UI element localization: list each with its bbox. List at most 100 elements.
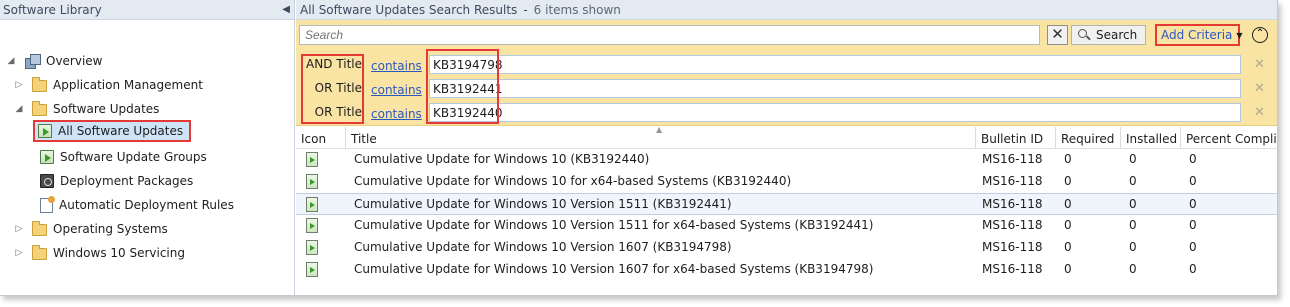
software-update-icon [306, 218, 318, 233]
table-row[interactable]: Cumulative Update for Windows 10 Version… [296, 259, 1277, 281]
overview-icon [24, 54, 41, 69]
software-update-icon [306, 197, 318, 212]
tree-item-all-software-updates[interactable]: All Software Updates [33, 120, 192, 142]
tree-item-label: Application Management [53, 78, 203, 92]
tree-item-software-updates[interactable]: ◢ Software Updates [14, 98, 159, 120]
software-update-icon [38, 124, 52, 138]
expanded-arrow-icon[interactable]: ◢ [6, 56, 16, 66]
tree-item-overview[interactable]: ◢ Overview [6, 50, 103, 72]
column-header-installed[interactable]: Installed [1121, 127, 1181, 149]
nav-header: Software Library ◀ [0, 0, 294, 20]
row-percent: 0 [1189, 197, 1197, 211]
header-separator: - [523, 2, 528, 17]
row-bulletin-id: MS16-118 [982, 152, 1043, 166]
row-percent: 0 [1189, 152, 1197, 166]
collapsed-arrow-icon[interactable]: ▷ [14, 80, 24, 90]
field-highlight-box [301, 54, 364, 124]
row-title: Cumulative Update for Windows 10 Version… [354, 218, 874, 232]
tree-item-software-update-groups[interactable]: Software Update Groups [40, 146, 207, 168]
row-installed: 0 [1129, 218, 1137, 232]
row-title: Cumulative Update for Windows 10 for x64… [354, 174, 792, 188]
nav-header-title: Software Library [3, 2, 102, 17]
column-header-required[interactable]: Required [1056, 127, 1121, 149]
row-required: 0 [1064, 240, 1072, 254]
tree-item-operating-systems[interactable]: ▷ Operating Systems [14, 218, 168, 240]
software-update-icon [306, 174, 318, 189]
remove-criteria-icon[interactable]: ✕ [1254, 57, 1265, 72]
row-installed: 0 [1129, 262, 1137, 276]
expanded-arrow-icon[interactable]: ◢ [14, 104, 24, 114]
tree-item-label: Overview [46, 54, 103, 68]
criteria-value-field[interactable]: KB3192440 [429, 103, 1241, 122]
row-required: 0 [1064, 218, 1072, 232]
column-header-bulletin-id[interactable]: Bulletin ID [976, 127, 1056, 149]
search-button-label: Search [1096, 28, 1138, 42]
tree-item-label: All Software Updates [58, 124, 184, 138]
search-input[interactable] [299, 25, 1040, 45]
clear-search-button[interactable]: ✕ [1047, 25, 1068, 45]
results-title: All Software Updates Search Results [300, 2, 518, 17]
value-highlight-box [426, 49, 499, 124]
row-title: Cumulative Update for Windows 10 Version… [354, 197, 732, 211]
add-criteria-label: Add Criteria [1161, 28, 1233, 42]
folder-icon [32, 77, 47, 92]
tree-item-automatic-deployment-rules[interactable]: Automatic Deployment Rules [40, 194, 234, 216]
column-header-title[interactable]: Title [346, 127, 976, 149]
row-required: 0 [1064, 152, 1072, 166]
table-row-selected[interactable]: Cumulative Update for Windows 10 Version… [296, 193, 1277, 215]
row-bulletin-id: MS16-118 [982, 197, 1043, 211]
row-installed: 0 [1129, 197, 1137, 211]
collapsed-arrow-icon[interactable]: ▷ [14, 248, 24, 258]
tree-item-windows-10-servicing[interactable]: ▷ Windows 10 Servicing [14, 242, 185, 264]
criteria-value-field[interactable]: KB3192441 [429, 79, 1241, 98]
results-pane: All Software Updates Search Results - 6 … [296, 0, 1277, 295]
console-window: Software Library ◀ ◢ Overview ▷ Applicat… [0, 0, 1278, 296]
table-row[interactable]: Cumulative Update for Windows 10 (KB3192… [296, 149, 1277, 171]
tree-item-label: Automatic Deployment Rules [59, 198, 234, 212]
tree-item-deployment-packages[interactable]: Deployment Packages [40, 170, 193, 192]
add-criteria-button[interactable]: Add Criteria ▼ [1155, 24, 1243, 46]
row-title: Cumulative Update for Windows 10 Version… [354, 240, 732, 254]
column-header-icon[interactable]: Icon [296, 127, 346, 149]
row-bulletin-id: MS16-118 [982, 218, 1043, 232]
results-header: All Software Updates Search Results - 6 … [296, 0, 1277, 20]
search-icon [1078, 29, 1090, 41]
row-percent: 0 [1189, 262, 1197, 276]
selected-highlight: All Software Updates [33, 120, 192, 142]
criteria-operator-link[interactable]: contains [371, 107, 422, 121]
table-row[interactable]: Cumulative Update for Windows 10 for x64… [296, 171, 1277, 193]
column-header-percent-compliant[interactable]: Percent Complian [1181, 127, 1277, 149]
criteria-value-field[interactable]: KB3194798 [429, 55, 1241, 74]
row-bulletin-id: MS16-118 [982, 240, 1043, 254]
rule-icon [40, 195, 55, 213]
tree-item-application-management[interactable]: ▷ Application Management [14, 74, 203, 96]
table-row[interactable]: Cumulative Update for Windows 10 Version… [296, 215, 1277, 237]
criteria-operator-link[interactable]: contains [371, 59, 422, 73]
row-percent: 0 [1189, 174, 1197, 188]
remove-criteria-icon[interactable]: ✕ [1254, 105, 1265, 120]
search-filter-bar: ✕ Search Add Criteria ▼ ⌃ AND Title cont… [296, 20, 1277, 126]
item-count: 6 items shown [533, 2, 621, 17]
folder-icon [32, 101, 47, 116]
row-required: 0 [1064, 197, 1072, 211]
table-row[interactable]: Cumulative Update for Windows 10 Version… [296, 237, 1277, 259]
collapse-nav-icon[interactable]: ◀ [282, 4, 290, 15]
software-update-icon [306, 240, 318, 255]
folder-icon [32, 221, 47, 236]
row-installed: 0 [1129, 174, 1137, 188]
criteria-operator-link[interactable]: contains [371, 83, 422, 97]
remove-criteria-icon[interactable]: ✕ [1254, 81, 1265, 96]
row-required: 0 [1064, 174, 1072, 188]
search-button[interactable]: Search [1071, 25, 1146, 45]
row-installed: 0 [1129, 240, 1137, 254]
tree-item-label: Software Updates [53, 102, 160, 116]
row-title: Cumulative Update for Windows 10 (KB3192… [354, 152, 650, 166]
collapse-search-icon[interactable]: ⌃ [1252, 27, 1268, 43]
collapsed-arrow-icon[interactable]: ▷ [14, 224, 24, 234]
package-icon [40, 174, 54, 188]
row-required: 0 [1064, 262, 1072, 276]
table-header: ▲ Icon Title Bulletin ID Required Instal… [296, 125, 1277, 149]
row-title: Cumulative Update for Windows 10 Version… [354, 262, 874, 276]
chevron-down-icon: ▼ [1236, 30, 1243, 40]
results-table: ▲ Icon Title Bulletin ID Required Instal… [296, 125, 1277, 281]
